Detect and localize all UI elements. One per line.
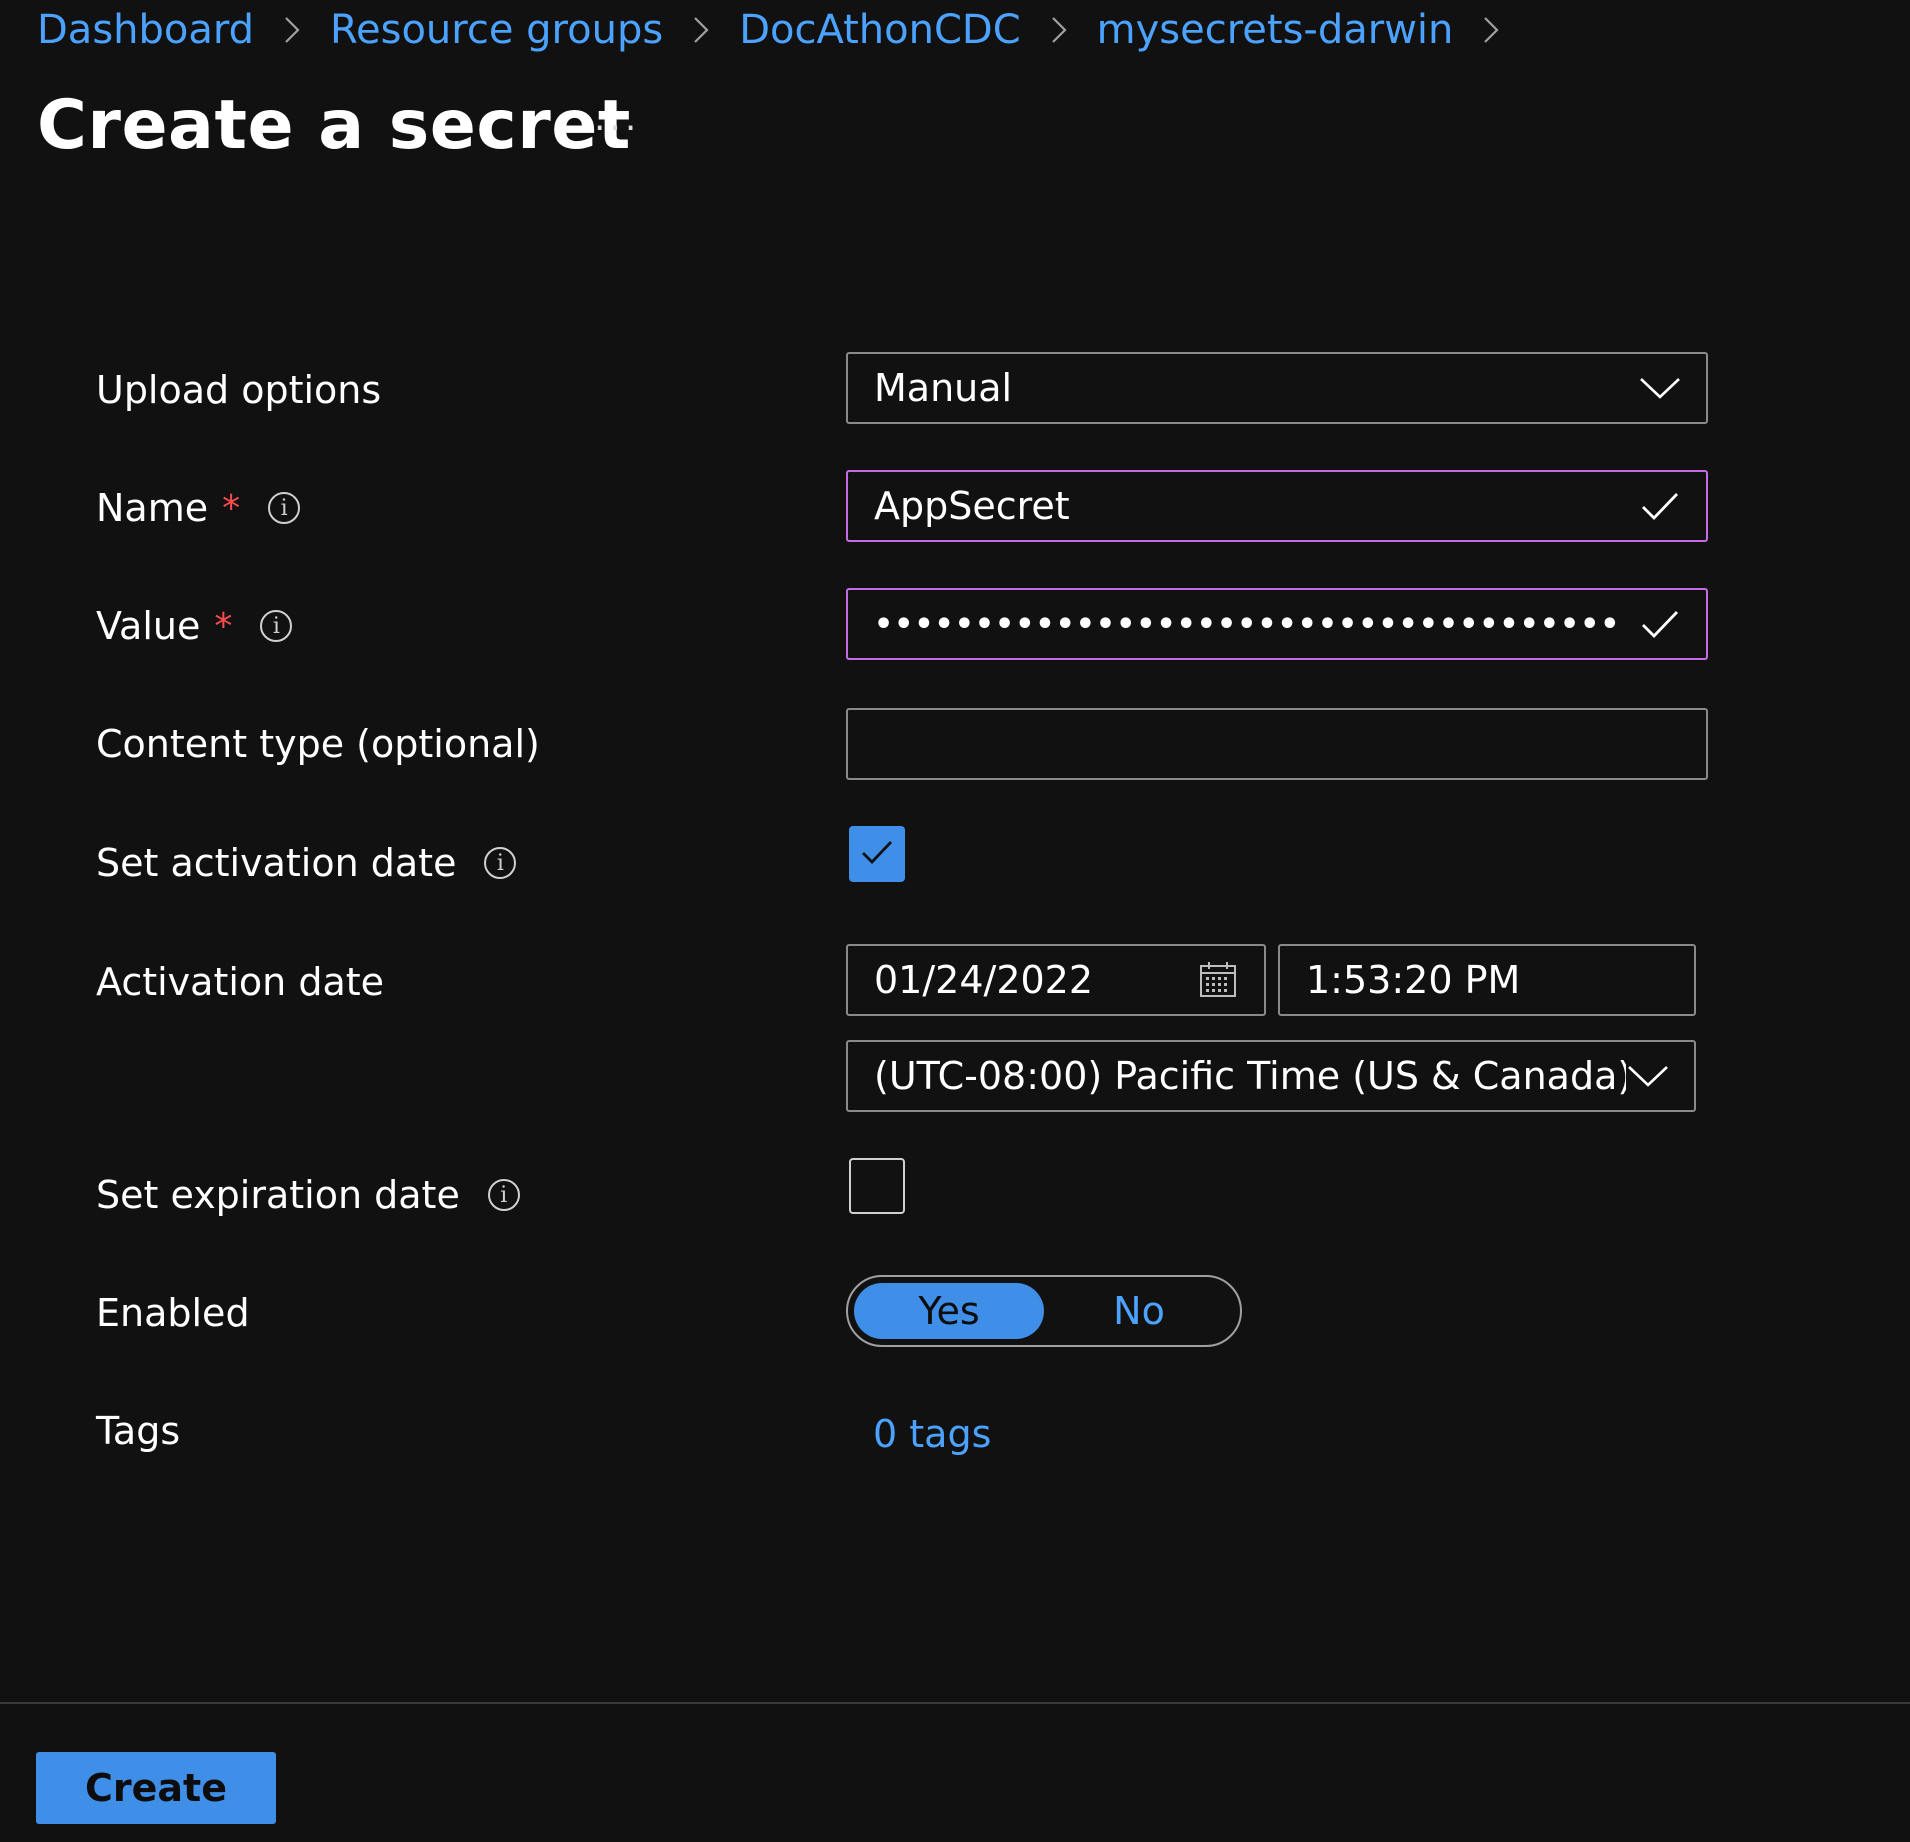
breadcrumb-link-mysecrets-darwin[interactable]: mysecrets-darwin bbox=[1097, 7, 1454, 53]
activation-date-input[interactable]: 01/24/2022 bbox=[846, 944, 1266, 1016]
value-input-masked: ••••••••••••••••••••••••••••••••••••• bbox=[874, 606, 1621, 642]
enabled-yes-option[interactable]: Yes bbox=[854, 1283, 1044, 1339]
breadcrumb-link-docathoncdc[interactable]: DocAthonCDC bbox=[739, 7, 1020, 53]
info-icon[interactable]: i bbox=[260, 610, 293, 642]
breadcrumb-link-dashboard[interactable]: Dashboard bbox=[37, 7, 254, 53]
timezone-select[interactable]: (UTC-08:00) Pacific Time (US & Canada) bbox=[846, 1040, 1696, 1112]
set-activation-date-checkbox[interactable] bbox=[849, 826, 905, 882]
create-button[interactable]: Create bbox=[36, 1752, 276, 1824]
chevron-right-icon bbox=[284, 16, 300, 44]
tags-label-text: Tags bbox=[96, 1409, 181, 1453]
more-options-button[interactable]: ··· bbox=[594, 108, 640, 149]
chevron-right-icon bbox=[1483, 16, 1499, 44]
content-type-label: Content type (optional) bbox=[96, 714, 540, 774]
info-icon[interactable]: i bbox=[484, 847, 517, 879]
tags-link[interactable]: 0 tags bbox=[873, 1412, 991, 1456]
chevron-right-icon bbox=[693, 16, 709, 44]
upload-options-label: Upload options bbox=[96, 360, 381, 420]
enabled-no-option[interactable]: No bbox=[1044, 1283, 1234, 1339]
chevron-down-icon bbox=[1626, 1054, 1670, 1098]
name-input[interactable]: AppSecret bbox=[846, 470, 1708, 542]
calendar-icon[interactable] bbox=[1196, 958, 1240, 1002]
set-expiration-date-checkbox[interactable] bbox=[849, 1158, 905, 1214]
chevron-down-icon bbox=[1638, 366, 1682, 410]
activation-date-value: 01/24/2022 bbox=[874, 958, 1094, 1002]
value-input[interactable]: ••••••••••••••••••••••••••••••••••••• bbox=[846, 588, 1708, 660]
checkmark-icon bbox=[1638, 602, 1682, 646]
name-input-value: AppSecret bbox=[874, 484, 1070, 528]
activation-date-label: Activation date bbox=[96, 952, 384, 1012]
required-asterisk: * bbox=[214, 605, 233, 647]
breadcrumb-link-resource-groups[interactable]: Resource groups bbox=[330, 7, 663, 53]
required-asterisk: * bbox=[222, 487, 241, 529]
upload-options-select[interactable]: Manual bbox=[846, 352, 1708, 424]
info-icon[interactable]: i bbox=[487, 1179, 520, 1211]
set-expiration-date-label-text: Set expiration date bbox=[96, 1173, 460, 1217]
checkmark-icon bbox=[860, 839, 894, 869]
enabled-label-text: Enabled bbox=[96, 1291, 250, 1335]
info-icon[interactable]: i bbox=[268, 492, 301, 524]
timezone-value: (UTC-08:00) Pacific Time (US & Canada) bbox=[874, 1054, 1626, 1098]
activation-time-input[interactable]: 1:53:20 PM bbox=[1278, 944, 1696, 1016]
upload-options-value: Manual bbox=[874, 366, 1013, 410]
chevron-right-icon bbox=[1051, 16, 1067, 44]
value-label-text: Value bbox=[96, 604, 201, 648]
enabled-toggle[interactable]: Yes No bbox=[846, 1275, 1242, 1347]
footer-divider bbox=[0, 1702, 1910, 1704]
set-expiration-date-label: Set expiration date i bbox=[96, 1165, 520, 1225]
activation-time-value: 1:53:20 PM bbox=[1306, 958, 1521, 1002]
name-label: Name * i bbox=[96, 478, 301, 538]
value-label: Value * i bbox=[96, 596, 293, 656]
enabled-label: Enabled bbox=[96, 1283, 250, 1343]
name-label-text: Name bbox=[96, 486, 209, 530]
activation-date-label-text: Activation date bbox=[96, 960, 385, 1004]
tags-label: Tags bbox=[96, 1401, 180, 1461]
set-activation-date-label-text: Set activation date bbox=[96, 841, 457, 885]
checkmark-icon bbox=[1638, 484, 1682, 528]
set-activation-date-label: Set activation date i bbox=[96, 833, 517, 893]
page-title: Create a secret bbox=[37, 86, 631, 165]
content-type-label-text: Content type (optional) bbox=[96, 722, 540, 766]
breadcrumb: Dashboard Resource groups DocAthonCDC my… bbox=[37, 4, 1529, 56]
upload-options-label-text: Upload options bbox=[96, 368, 382, 412]
content-type-input[interactable] bbox=[846, 708, 1708, 780]
